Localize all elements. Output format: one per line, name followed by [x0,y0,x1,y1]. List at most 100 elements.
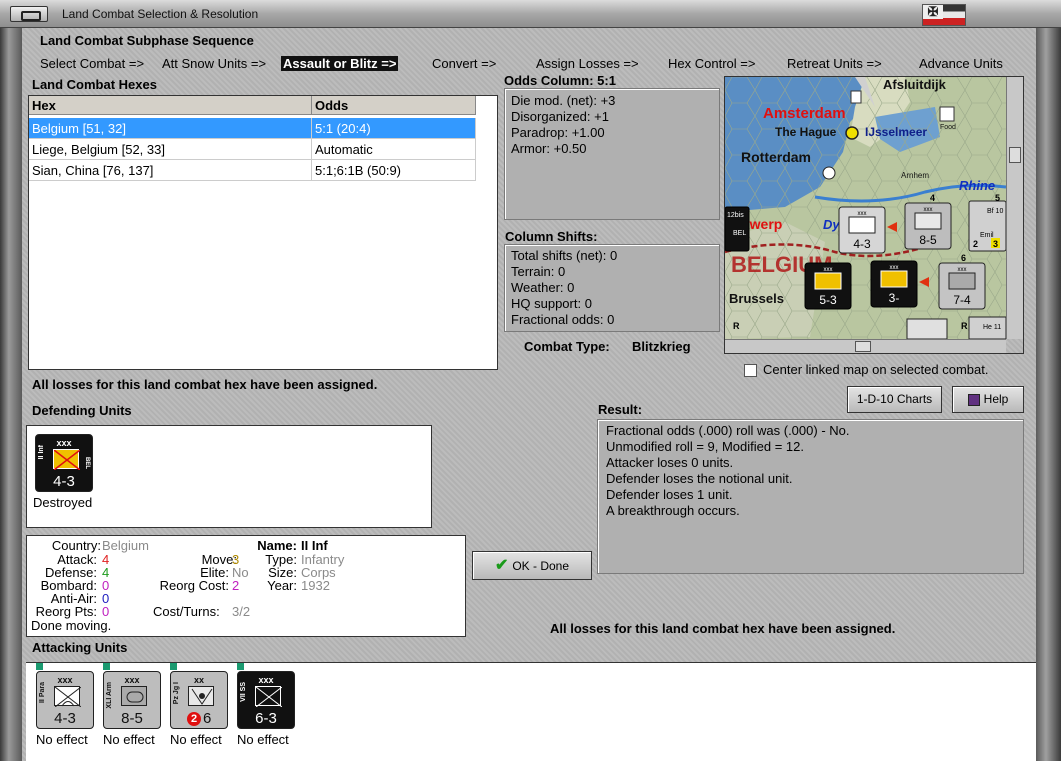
antitank-symbol-icon [188,686,214,706]
shift-line: HQ support: 0 [511,296,592,311]
ok-done-button[interactable]: ✔ OK - Done [472,551,592,580]
map-label-amsterdam: Amsterdam [763,105,846,122]
attacking-unit-status: No effect [103,732,155,747]
checkmark-icon: ✔ [494,557,509,574]
map-label-food: Food [940,124,956,131]
counter-badge: 2 [187,712,201,726]
odds-cell: 5:1;6:1B (50:9) [312,160,476,181]
map-counter-strength: 3- [889,291,900,305]
map-vertical-scrollbar[interactable] [1006,77,1023,339]
food-icon [939,106,955,122]
cost-turns-label: Cost/Turns: [153,604,220,619]
odds-line: Disorganized: +1 [511,109,609,124]
odds-line: Die mod. (net): +3 [511,93,616,108]
column-header-hex[interactable]: Hex [29,96,312,115]
hex-cell: Liege, Belgium [52, 33] [29,139,312,160]
help-button[interactable]: Help [952,386,1024,413]
ok-done-label: OK - Done [512,559,570,573]
result-panel: Fractional odds (.000) roll was (.000) -… [597,419,1024,574]
cost-turns-value: 3/2 [232,604,251,619]
subphase-sequence: Land Combat Subphase Sequence Select Com… [32,30,1032,74]
map-counter-partial[interactable] [906,318,948,339]
unit-symbol-icon [848,216,876,234]
column-shifts-panel: Total shifts (net): 0 Terrain: 0 Weather… [504,244,720,332]
hex-cell: Belgium [51, 32] [29,118,312,139]
attacking-units-label: Attacking Units [32,640,128,655]
result-label: Result: [598,402,643,417]
map-side-label: 4 [930,193,935,203]
counter-strength: 4-3 [53,473,75,490]
attacking-units-box: xxx II Para 4-3 No effect xxx XLI Arm 8-… [26,662,1036,761]
attacking-unit-status: No effect [170,732,222,747]
sequence-label: Land Combat Subphase Sequence [40,33,254,48]
result-line: Fractional odds (.000) roll was (.000) -… [606,423,850,438]
step-hex-control: Hex Control => [668,56,756,71]
shift-line: Fractional odds: 0 [511,312,615,327]
combat-type-value: Blitzkrieg [632,339,691,354]
scroll-thumb[interactable] [855,341,871,352]
map-counter-strength: 7-4 [953,293,971,307]
map-horizontal-scrollbar[interactable] [725,339,1006,353]
map-side-label: 3 [993,239,998,249]
odds-line: Paradrop: +1.00 [511,125,605,140]
attacking-unit-counter[interactable]: xx Pz Jg I 2 6 [170,671,228,729]
country-label: Country: [51,538,101,553]
status-indicator-icon [237,663,244,670]
title-bar: Land Combat Selection & Resolution ✠ [0,0,1061,28]
scroll-thumb[interactable] [1009,147,1021,163]
step-assign-losses: Assign Losses => [536,56,639,71]
window-frame-right [1036,28,1061,761]
attacking-unit-counter[interactable]: xxx II Para 4-3 [36,671,94,729]
attacking-unit-counter[interactable]: xxx VII SS 6-3 [237,671,295,729]
center-linked-label: Center linked map on selected combat. [763,362,989,377]
linked-map[interactable]: Afsluitdijk Amsterdam The Hague IJsselme… [724,76,1024,354]
map-label-rotterdam: Rotterdam [741,149,811,165]
table-header: Hex Odds [29,96,476,115]
map-side-label: He 11 [983,324,1001,331]
odds-cell: 5:1 (20:4) [312,118,476,139]
table-row[interactable]: Sian, China [76, 137] 5:1;6:1B (50:9) [29,160,476,181]
map-side-label: Emil [980,232,994,239]
map-label-ijsselmeer: IJsselmeer [865,125,927,139]
map-side-label: R [733,321,740,331]
result-line: Defender loses the notional unit. [606,471,793,486]
center-linked-checkbox-row[interactable]: Center linked map on selected combat. [744,362,989,378]
counter-strength: 4-3 [54,710,76,727]
map-side-label: R [961,321,968,331]
anchor-icon [822,166,836,180]
losses-message-top: All losses for this land combat hex have… [32,377,378,392]
table-row[interactable]: Liege, Belgium [52, 33] Automatic [29,139,476,160]
shift-line: Terrain: 0 [511,264,566,279]
map-counter-strength: 8-5 [919,233,937,247]
map-label-arnhem: Arnhem [901,171,929,180]
system-menu-button[interactable] [10,6,48,22]
moving-status: Done moving. [31,618,112,633]
defending-units-box: xxx II Inf BEL 4-3 Destroyed [26,425,432,528]
losses-message-bottom: All losses for this land combat hex have… [550,621,896,636]
year-value: 1932 [301,578,330,593]
paratroop-symbol-icon [54,686,82,708]
counter-flag-label: BEL [84,457,90,469]
charts-button[interactable]: 1-D-10 Charts [847,386,942,413]
infantry-symbol-icon [53,449,81,471]
map-canvas: Afsluitdijk Amsterdam The Hague IJsselme… [725,77,1006,339]
counter-side-label: Pz Jg I [173,682,180,705]
infantry-symbol-icon [255,686,283,708]
result-line: Attacker loses 0 units. [606,455,734,470]
defending-unit-counter[interactable]: xxx II Inf BEL 4-3 [35,434,93,492]
unit-symbol-icon [814,272,842,290]
defending-unit-status: Destroyed [33,495,93,510]
column-header-odds[interactable]: Odds [312,96,476,115]
attacking-unit-counter[interactable]: xxx XLI Arm 8-5 [103,671,161,729]
step-convert: Convert => [432,56,497,71]
center-linked-checkbox[interactable] [744,364,757,378]
hexes-label: Land Combat Hexes [32,77,157,92]
hexes-table: Hex Odds Belgium [51, 32] 5:1 (20:4) Lie… [28,95,498,370]
map-label-afsluitdijk: Afsluitdijk [883,77,947,92]
result-line: A breakthrough occurs. [606,503,740,518]
table-row[interactable]: Belgium [51, 32] 5:1 (20:4) [29,118,476,139]
german-flag-icon: ✠ [922,4,966,26]
odds-column-label: Odds Column: 5:1 [504,73,616,88]
result-line: Unmodified roll = 9, Modified = 12. [606,439,804,454]
reorg-cost-label: Reorg Cost: [159,578,229,593]
